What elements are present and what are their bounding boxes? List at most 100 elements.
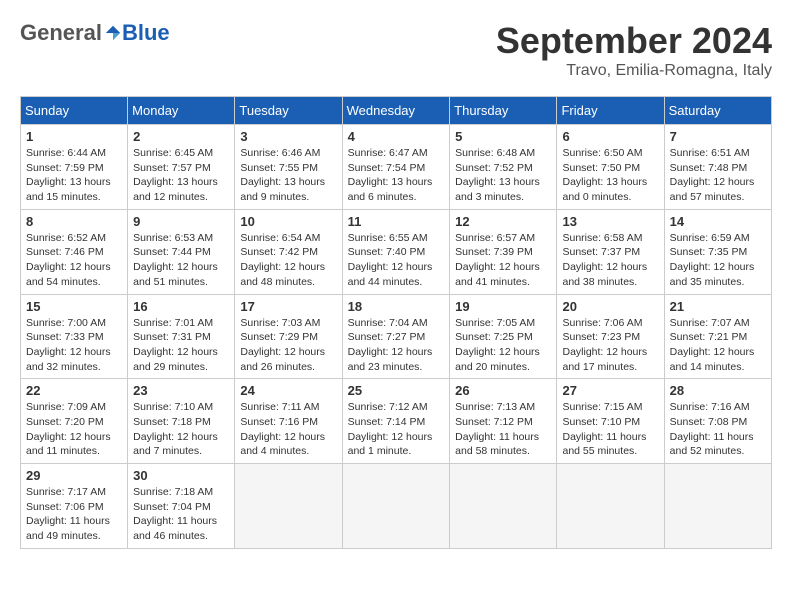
day-info: Sunrise: 6:55 AM Sunset: 7:40 PM Dayligh… <box>348 231 445 290</box>
calendar-cell: 26 Sunrise: 7:13 AM Sunset: 7:12 PM Dayli… <box>450 379 557 464</box>
day-number: 2 <box>133 129 229 144</box>
calendar-cell <box>342 464 450 549</box>
location-title: Travo, Emilia-Romagna, Italy <box>496 62 772 80</box>
logo-blue: Blue <box>122 20 170 46</box>
day-info: Sunrise: 7:16 AM Sunset: 7:08 PM Dayligh… <box>670 400 766 459</box>
day-info: Sunrise: 7:15 AM Sunset: 7:10 PM Dayligh… <box>562 400 658 459</box>
calendar-cell: 8 Sunrise: 6:52 AM Sunset: 7:46 PM Daylig… <box>21 209 128 294</box>
day-info: Sunrise: 7:18 AM Sunset: 7:04 PM Dayligh… <box>133 485 229 544</box>
day-info: Sunrise: 7:17 AM Sunset: 7:06 PM Dayligh… <box>26 485 122 544</box>
day-info: Sunrise: 6:57 AM Sunset: 7:39 PM Dayligh… <box>455 231 551 290</box>
calendar-cell: 9 Sunrise: 6:53 AM Sunset: 7:44 PM Daylig… <box>128 209 235 294</box>
calendar-cell: 5Sunrise: 6:48 AM Sunset: 7:52 PM Daylig… <box>450 125 557 210</box>
day-number: 13 <box>562 214 658 229</box>
day-number: 26 <box>455 383 551 398</box>
calendar-cell: 10 Sunrise: 6:54 AM Sunset: 7:42 PM Dayli… <box>235 209 342 294</box>
day-info: Sunrise: 7:09 AM Sunset: 7:20 PM Dayligh… <box>26 400 122 459</box>
calendar-cell: 16 Sunrise: 7:01 AM Sunset: 7:31 PM Dayli… <box>128 294 235 379</box>
day-number: 30 <box>133 468 229 483</box>
day-info: Sunrise: 7:13 AM Sunset: 7:12 PM Dayligh… <box>455 400 551 459</box>
day-info: Sunrise: 7:07 AM Sunset: 7:21 PM Dayligh… <box>670 316 766 375</box>
day-number: 28 <box>670 383 766 398</box>
day-number: 14 <box>670 214 766 229</box>
day-info: Sunrise: 7:00 AM Sunset: 7:33 PM Dayligh… <box>26 316 122 375</box>
day-number: 5 <box>455 129 551 144</box>
day-number: 17 <box>240 299 336 314</box>
calendar-cell: 24 Sunrise: 7:11 AM Sunset: 7:16 PM Dayli… <box>235 379 342 464</box>
calendar-week-row: 1Sunrise: 6:44 AM Sunset: 7:59 PM Daylig… <box>21 125 772 210</box>
calendar-cell: 28 Sunrise: 7:16 AM Sunset: 7:08 PM Dayli… <box>664 379 771 464</box>
calendar-cell <box>557 464 664 549</box>
calendar-cell: 13Sunrise: 6:58 AM Sunset: 7:37 PM Dayli… <box>557 209 664 294</box>
calendar-cell: 11 Sunrise: 6:55 AM Sunset: 7:40 PM Dayli… <box>342 209 450 294</box>
calendar-cell: 25Sunrise: 7:12 AM Sunset: 7:14 PM Dayli… <box>342 379 450 464</box>
calendar-cell: 18 Sunrise: 7:04 AM Sunset: 7:27 PM Dayli… <box>342 294 450 379</box>
calendar-cell: 30 Sunrise: 7:18 AM Sunset: 7:04 PM Dayli… <box>128 464 235 549</box>
weekday-header: Friday <box>557 97 664 125</box>
calendar-header-row: SundayMondayTuesdayWednesdayThursdayFrid… <box>21 97 772 125</box>
calendar-cell: 2 Sunrise: 6:45 AM Sunset: 7:57 PM Daylig… <box>128 125 235 210</box>
day-number: 15 <box>26 299 122 314</box>
month-title: September 2024 <box>496 20 772 62</box>
calendar-cell: 15 Sunrise: 7:00 AM Sunset: 7:33 PM Dayli… <box>21 294 128 379</box>
title-block: September 2024 Travo, Emilia-Romagna, It… <box>496 20 772 80</box>
day-info: Sunrise: 7:05 AM Sunset: 7:25 PM Dayligh… <box>455 316 551 375</box>
day-number: 24 <box>240 383 336 398</box>
calendar-cell: 27 Sunrise: 7:15 AM Sunset: 7:10 PM Dayli… <box>557 379 664 464</box>
calendar-cell: 4 Sunrise: 6:47 AM Sunset: 7:54 PM Daylig… <box>342 125 450 210</box>
day-number: 19 <box>455 299 551 314</box>
day-number: 10 <box>240 214 336 229</box>
day-info: Sunrise: 6:53 AM Sunset: 7:44 PM Dayligh… <box>133 231 229 290</box>
logo-general: General <box>20 20 102 46</box>
calendar-cell: 12 Sunrise: 6:57 AM Sunset: 7:39 PM Dayli… <box>450 209 557 294</box>
day-number: 4 <box>348 129 445 144</box>
day-number: 18 <box>348 299 445 314</box>
calendar-cell: 6 Sunrise: 6:50 AM Sunset: 7:50 PM Daylig… <box>557 125 664 210</box>
day-info: Sunrise: 7:04 AM Sunset: 7:27 PM Dayligh… <box>348 316 445 375</box>
calendar-cell: 19 Sunrise: 7:05 AM Sunset: 7:25 PM Dayli… <box>450 294 557 379</box>
day-number: 12 <box>455 214 551 229</box>
day-number: 20 <box>562 299 658 314</box>
day-info: Sunrise: 7:10 AM Sunset: 7:18 PM Dayligh… <box>133 400 229 459</box>
day-number: 9 <box>133 214 229 229</box>
weekday-header: Wednesday <box>342 97 450 125</box>
calendar-cell: 21 Sunrise: 7:07 AM Sunset: 7:21 PM Dayli… <box>664 294 771 379</box>
calendar-week-row: 29 Sunrise: 7:17 AM Sunset: 7:06 PM Dayli… <box>21 464 772 549</box>
calendar-cell <box>235 464 342 549</box>
day-number: 29 <box>26 468 122 483</box>
logo-icon <box>104 24 122 42</box>
calendar-cell: 29 Sunrise: 7:17 AM Sunset: 7:06 PM Dayli… <box>21 464 128 549</box>
calendar-cell: 3Sunrise: 6:46 AM Sunset: 7:55 PM Daylig… <box>235 125 342 210</box>
logo: General Blue <box>20 20 170 46</box>
day-number: 3 <box>240 129 336 144</box>
weekday-header: Sunday <box>21 97 128 125</box>
day-number: 8 <box>26 214 122 229</box>
day-number: 27 <box>562 383 658 398</box>
day-info: Sunrise: 7:12 AM Sunset: 7:14 PM Dayligh… <box>348 400 445 459</box>
day-info: Sunrise: 6:51 AM Sunset: 7:48 PM Dayligh… <box>670 146 766 205</box>
day-number: 16 <box>133 299 229 314</box>
day-info: Sunrise: 7:03 AM Sunset: 7:29 PM Dayligh… <box>240 316 336 375</box>
day-info: Sunrise: 6:52 AM Sunset: 7:46 PM Dayligh… <box>26 231 122 290</box>
calendar-week-row: 22Sunrise: 7:09 AM Sunset: 7:20 PM Dayli… <box>21 379 772 464</box>
day-info: Sunrise: 6:50 AM Sunset: 7:50 PM Dayligh… <box>562 146 658 205</box>
calendar-cell: 7Sunrise: 6:51 AM Sunset: 7:48 PM Daylig… <box>664 125 771 210</box>
day-info: Sunrise: 6:45 AM Sunset: 7:57 PM Dayligh… <box>133 146 229 205</box>
day-info: Sunrise: 6:54 AM Sunset: 7:42 PM Dayligh… <box>240 231 336 290</box>
weekday-header: Monday <box>128 97 235 125</box>
day-number: 11 <box>348 214 445 229</box>
day-info: Sunrise: 6:47 AM Sunset: 7:54 PM Dayligh… <box>348 146 445 205</box>
weekday-header: Saturday <box>664 97 771 125</box>
day-info: Sunrise: 6:44 AM Sunset: 7:59 PM Dayligh… <box>26 146 122 205</box>
calendar-cell: 20Sunrise: 7:06 AM Sunset: 7:23 PM Dayli… <box>557 294 664 379</box>
weekday-header: Thursday <box>450 97 557 125</box>
day-number: 21 <box>670 299 766 314</box>
day-info: Sunrise: 7:11 AM Sunset: 7:16 PM Dayligh… <box>240 400 336 459</box>
calendar-cell: 14Sunrise: 6:59 AM Sunset: 7:35 PM Dayli… <box>664 209 771 294</box>
calendar-week-row: 15 Sunrise: 7:00 AM Sunset: 7:33 PM Dayli… <box>21 294 772 379</box>
calendar-cell <box>450 464 557 549</box>
calendar-cell: 23Sunrise: 7:10 AM Sunset: 7:18 PM Dayli… <box>128 379 235 464</box>
day-info: Sunrise: 7:01 AM Sunset: 7:31 PM Dayligh… <box>133 316 229 375</box>
calendar-cell: 22Sunrise: 7:09 AM Sunset: 7:20 PM Dayli… <box>21 379 128 464</box>
day-number: 6 <box>562 129 658 144</box>
